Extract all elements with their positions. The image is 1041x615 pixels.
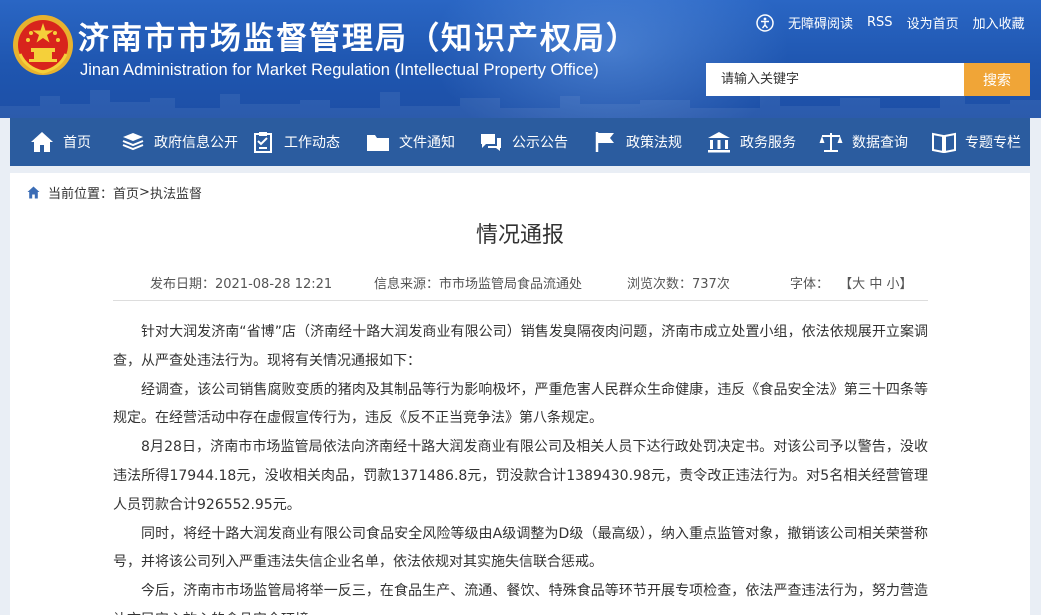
publish-date-label: 发布日期： <box>150 277 216 292</box>
breadcrumb-prefix: 当前位置： <box>48 187 114 202</box>
folder-icon <box>367 135 389 151</box>
accessibility-icon[interactable] <box>756 13 774 32</box>
nav-item-policies[interactable]: 政策法规 <box>593 118 682 166</box>
nav-item-services[interactable]: 政务服务 <box>707 118 796 166</box>
publish-date-value: 2021-08-28 12:21 <box>215 277 333 292</box>
nav-item-label: 政务服务 <box>740 135 796 151</box>
breadcrumb-separator: > <box>139 185 150 200</box>
view-count-value: 737次 <box>692 277 730 292</box>
info-source-label: 信息来源： <box>374 277 440 292</box>
site-header: 济南市市场监督管理局（知识产权局） Jinan Administration f… <box>0 0 1041 118</box>
font-large-link[interactable]: 大 <box>852 277 865 292</box>
chat-icon <box>481 134 501 151</box>
content-panel: 当前位置： 首页 > 执法监督 情况通报 发布日期：2021-08-28 12:… <box>10 173 1030 615</box>
breadcrumb: 当前位置： 首页 > 执法监督 <box>27 183 202 202</box>
book-icon <box>932 132 956 153</box>
accessibility-link[interactable]: 无障碍阅读 <box>788 13 853 32</box>
font-medium-link[interactable]: 中 <box>869 277 882 292</box>
font-bracket-open: 【 <box>839 277 853 292</box>
nav-item-label: 首页 <box>63 135 91 151</box>
breadcrumb-current-link[interactable]: 执法监督 <box>150 183 202 202</box>
meta-divider <box>113 300 928 301</box>
search-input[interactable] <box>706 63 964 96</box>
nav-item-announcements[interactable]: 公示公告 <box>479 118 568 166</box>
add-favorite-link[interactable]: 加入收藏 <box>973 13 1025 32</box>
nav-item-notices[interactable]: 文件通知 <box>366 118 455 166</box>
national-emblem-icon <box>13 15 73 75</box>
breadcrumb-home-link[interactable]: 首页 <box>113 183 139 202</box>
publish-date: 发布日期：2021-08-28 12:21 <box>150 273 332 292</box>
rss-link[interactable]: RSS <box>867 15 893 30</box>
view-count: 浏览次数：737次 <box>627 273 730 292</box>
nav-item-label: 文件通知 <box>399 135 455 151</box>
article-paragraph: 今后，济南市市场监管局将举一反三，在食品生产、流通、餐饮、特殊食品等环节开展专项… <box>113 583 928 615</box>
article-body: 针对大润发济南“省博”店（济南经十路大润发商业有限公司）销售发臭隔夜肉问题，济南… <box>113 318 928 615</box>
building-icon <box>708 132 730 153</box>
set-homepage-link[interactable]: 设为首页 <box>907 13 959 32</box>
nav-item-work-news[interactable]: 工作动态 <box>251 118 340 166</box>
site-title-cn: 济南市市场监督管理局（知识产权局） <box>78 21 639 57</box>
nav-item-label: 公示公告 <box>512 135 568 151</box>
font-bracket-close: 】 <box>899 277 913 292</box>
flag-icon <box>595 132 614 152</box>
info-source: 信息来源：市市场监管局食品流通处 <box>374 273 582 292</box>
nav-item-label: 工作动态 <box>284 135 340 151</box>
nav-item-data-query[interactable]: 数据查询 <box>819 118 908 166</box>
nav-item-home[interactable]: 首页 <box>30 118 91 166</box>
nav-item-label: 专题专栏 <box>965 135 1021 151</box>
search-button[interactable]: 搜索 <box>964 63 1030 96</box>
font-size-control: 字体： 【大 中 小】 <box>790 273 913 292</box>
nav-item-gov-info[interactable]: 政府信息公开 <box>121 118 238 166</box>
clipboard-icon <box>254 132 272 153</box>
nav-item-label: 政策法规 <box>626 135 682 151</box>
article-title: 情况通报 <box>475 223 564 248</box>
view-count-label: 浏览次数： <box>627 277 693 292</box>
nav-item-label: 数据查询 <box>852 135 908 151</box>
article-paragraph: 8月28日，济南市市场监管局依法向济南经十路大润发商业有限公司及相关人员下达行政… <box>113 439 928 513</box>
nav-item-special-topics[interactable]: 专题专栏 <box>932 118 1021 166</box>
article-paragraph: 同时，将经十路大润发商业有限公司食品安全风险等级由A级调整为D级（最高级），纳入… <box>113 525 928 571</box>
home-icon <box>31 132 53 152</box>
scale-icon <box>819 133 843 152</box>
info-source-value: 市市场监管局食品流通处 <box>439 277 583 292</box>
stack-icon <box>122 133 144 151</box>
font-size-label: 字体： <box>790 277 830 292</box>
article-paragraph: 经调查，该公司销售腐败变质的猪肉及其制品等行为影响极坏，严重危害人民群众生命健康… <box>113 381 928 427</box>
home-small-icon <box>27 186 40 199</box>
article-paragraph: 针对大润发济南“省博”店（济南经十路大润发商业有限公司）销售发臭隔夜肉问题，济南… <box>113 324 928 369</box>
nav-item-label: 政府信息公开 <box>154 135 238 151</box>
main-nav: 首页 政府信息公开 工作动态 文件通知 公示公告 政策法规 政务服务 数据查询 … <box>10 118 1030 166</box>
site-title-en: Jinan Administration for Market Regulati… <box>80 61 599 79</box>
top-links: 无障碍阅读 RSS 设为首页 加入收藏 <box>756 13 1039 32</box>
font-small-link[interactable]: 小 <box>886 277 899 292</box>
